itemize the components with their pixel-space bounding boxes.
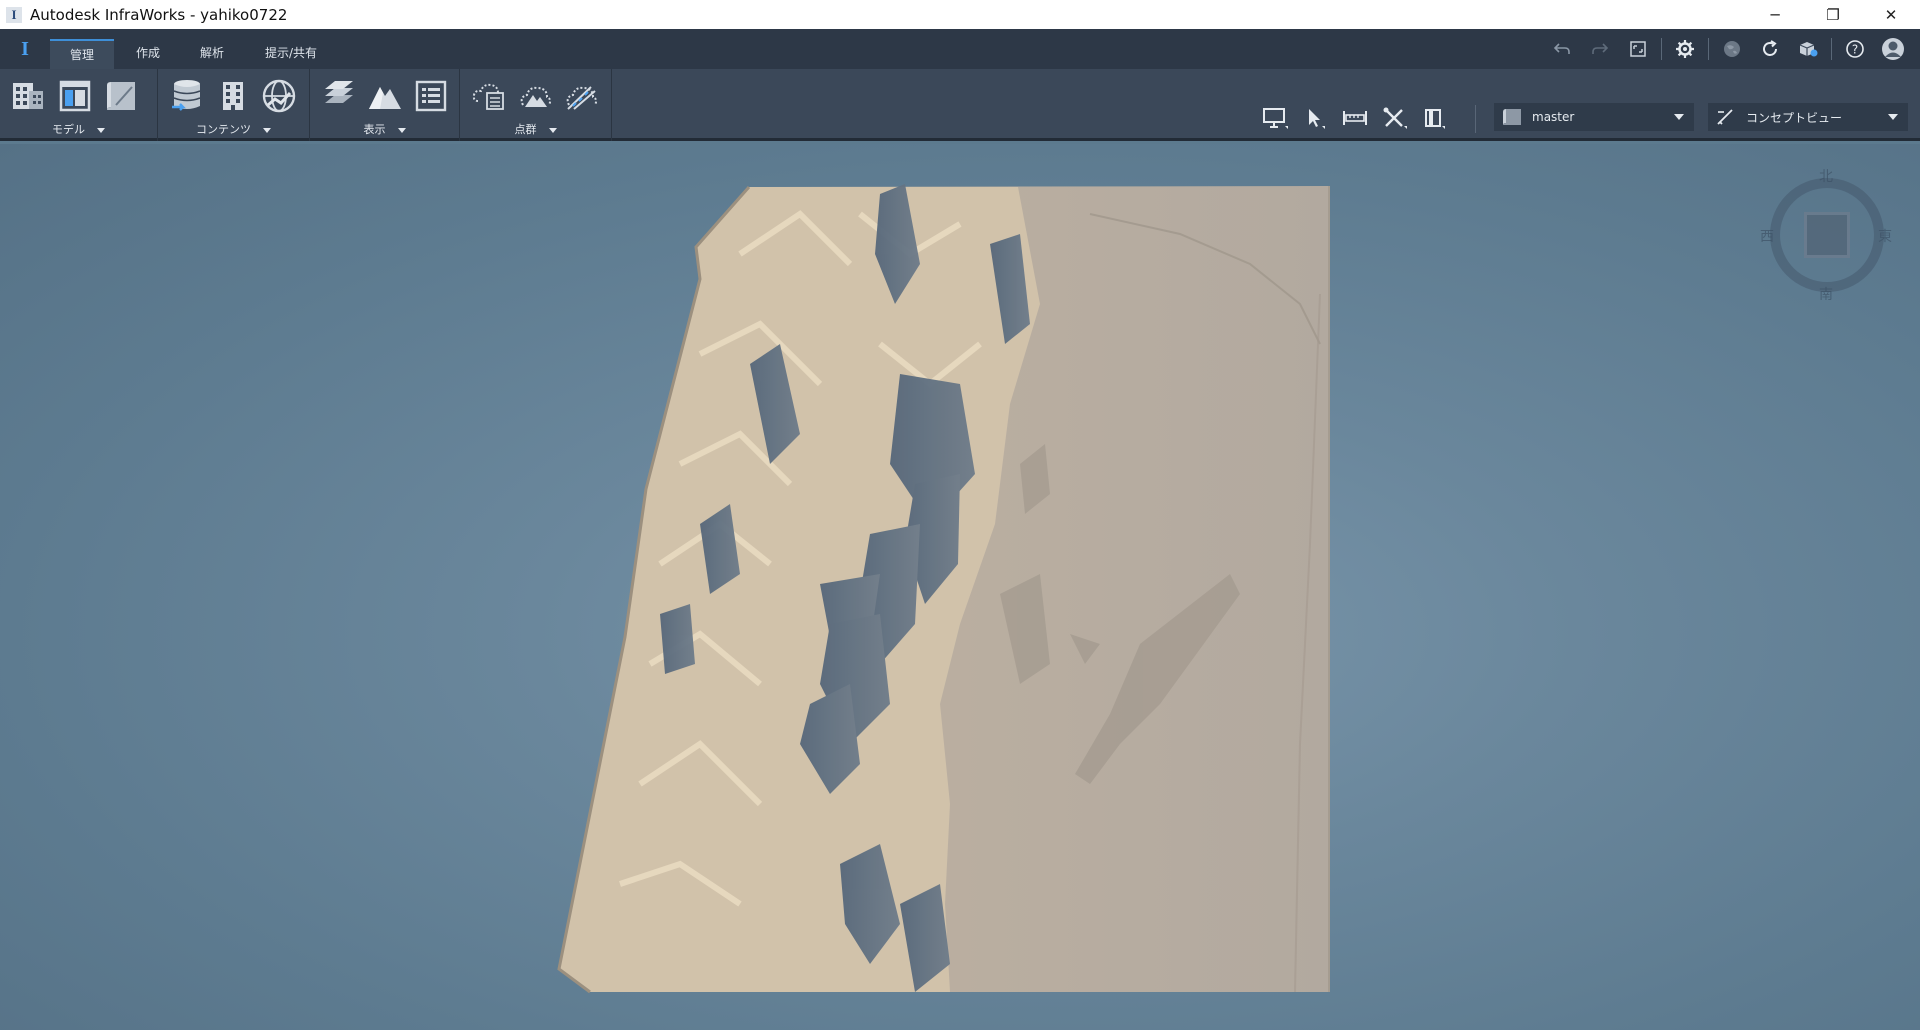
- data-sources-button[interactable]: [168, 77, 206, 115]
- monitor-icon: [1263, 108, 1288, 129]
- redo-icon: [1592, 43, 1609, 54]
- ribbon-group-display: 表示: [310, 69, 460, 141]
- globe-button[interactable]: [1713, 34, 1751, 64]
- bookmark-panel-icon: [1425, 109, 1445, 129]
- app-icon: I: [6, 6, 22, 23]
- legend-button[interactable]: [412, 77, 450, 115]
- undo-icon: [1553, 43, 1570, 54]
- model-properties-button[interactable]: [56, 77, 94, 115]
- point-cloud-manage-button[interactable]: [470, 77, 508, 115]
- compass-south-label[interactable]: 南: [1819, 284, 1833, 304]
- compass-north-label[interactable]: 北: [1819, 166, 1833, 186]
- model-explorer-button[interactable]: [10, 77, 48, 115]
- sketch-icon: [1716, 107, 1736, 127]
- ribbon-group-model: モデル: [0, 69, 158, 141]
- svg-text:?: ?: [1852, 43, 1858, 57]
- tab-create[interactable]: 作成: [120, 39, 176, 69]
- terrain-button[interactable]: [366, 77, 404, 115]
- view-cube[interactable]: 北 南 東 西: [1760, 169, 1892, 303]
- settings-button[interactable]: [1666, 34, 1704, 64]
- globe-icon: [1724, 41, 1740, 57]
- ribbon-group-content-label: コンテンツ: [196, 123, 251, 136]
- compass-east-label[interactable]: 東: [1878, 226, 1892, 246]
- point-cloud-linear-button[interactable]: [562, 77, 600, 115]
- minimize-button[interactable]: ─: [1746, 0, 1804, 29]
- proposal-icon: [1502, 107, 1522, 127]
- ribbon-group-model-label: モデル: [52, 123, 85, 136]
- avatar-icon: [1882, 38, 1904, 60]
- cube-cloud-icon: [1799, 42, 1818, 57]
- style-palette-button[interactable]: [214, 77, 252, 115]
- tools-button[interactable]: [1378, 103, 1412, 133]
- point-cloud-group-dropdown-icon[interactable]: [548, 127, 557, 133]
- view-mode-value: コンセプトビュー: [1746, 110, 1843, 125]
- ribbon-group-display-label: 表示: [363, 123, 386, 136]
- proposal-chevron-down-icon: [1674, 114, 1684, 120]
- proposal-value: master: [1532, 110, 1575, 124]
- list-icon: [415, 80, 447, 112]
- buildings-grid-icon: [13, 83, 43, 109]
- window-title: Autodesk InfraWorks - yahiko0722: [30, 5, 288, 24]
- help-icon: ?: [1846, 40, 1864, 58]
- application-menu-button[interactable]: I: [12, 37, 38, 61]
- layers-icon: [325, 81, 353, 103]
- cloud-mountain-icon: [520, 86, 552, 107]
- view-mode-chevron-down-icon: [1888, 114, 1898, 120]
- design-tool-button[interactable]: [1418, 103, 1452, 133]
- content-group-dropdown-icon[interactable]: [263, 127, 271, 133]
- compass-west-label[interactable]: 西: [1760, 226, 1774, 246]
- mountain-icon: [369, 87, 401, 109]
- cursor-icon: [1309, 109, 1325, 129]
- globe-city-icon: [262, 79, 296, 113]
- close-button[interactable]: ✕: [1862, 0, 1920, 29]
- model-hub-button[interactable]: [1789, 34, 1827, 64]
- ribbon-group-point-cloud-label: 点群: [514, 123, 537, 136]
- proposal-dropdown[interactable]: master: [1494, 103, 1694, 131]
- capture-button[interactable]: [1619, 34, 1657, 64]
- redo-button[interactable]: [1581, 34, 1619, 64]
- model-group-dropdown-icon[interactable]: [97, 127, 105, 133]
- tab-bar: I 管理 作成 解析 提示/共有 ?: [0, 29, 1920, 69]
- cloud-list-icon: [472, 83, 504, 110]
- model-builder-button[interactable]: [260, 77, 298, 115]
- tab-analyze[interactable]: 解析: [184, 39, 240, 69]
- point-cloud-terrain-button[interactable]: [516, 77, 554, 115]
- measure-tool-button[interactable]: [1338, 103, 1372, 133]
- panel-layout-icon: [59, 80, 91, 112]
- view-mode-dropdown[interactable]: コンセプトビュー: [1708, 103, 1908, 131]
- ribbon-group-point-cloud: 点群: [460, 69, 612, 141]
- building-icon: [223, 82, 243, 110]
- user-account-button[interactable]: [1874, 34, 1912, 64]
- gear-icon: [1676, 40, 1694, 58]
- refresh-icon: [1763, 40, 1777, 56]
- wrench-screwdriver-icon: [1383, 107, 1407, 129]
- ribbon-group-content: コンテンツ: [158, 69, 310, 141]
- display-group-dropdown-icon[interactable]: [397, 127, 406, 133]
- help-button[interactable]: ?: [1836, 34, 1874, 64]
- tab-present-share[interactable]: 提示/共有: [250, 39, 332, 69]
- ruler-icon: [1343, 111, 1367, 125]
- terrain-model[interactable]: [0, 144, 1920, 1030]
- capture-icon: [1630, 41, 1646, 57]
- folded-map-icon: [107, 82, 135, 110]
- tab-manage[interactable]: 管理: [50, 39, 114, 69]
- view-cube-face[interactable]: [1804, 212, 1850, 258]
- 3d-viewport[interactable]: 北 南 東 西: [0, 144, 1920, 1030]
- presentation-tool-button[interactable]: [1258, 103, 1292, 133]
- undo-button[interactable]: [1543, 34, 1581, 64]
- database-icon: [172, 80, 201, 111]
- title-bar: I Autodesk InfraWorks - yahiko0722 ─ ❐ ✕: [0, 0, 1920, 29]
- ribbon: モデル コンテンツ 表示 点群 master コンセプトビュー: [0, 69, 1920, 141]
- model-map-button[interactable]: [102, 77, 140, 115]
- restore-button[interactable]: ❐: [1804, 0, 1862, 29]
- sync-button[interactable]: [1751, 34, 1789, 64]
- cloud-road-icon: [566, 86, 598, 110]
- select-tool-button[interactable]: [1298, 103, 1332, 133]
- surface-layers-button[interactable]: [320, 77, 358, 115]
